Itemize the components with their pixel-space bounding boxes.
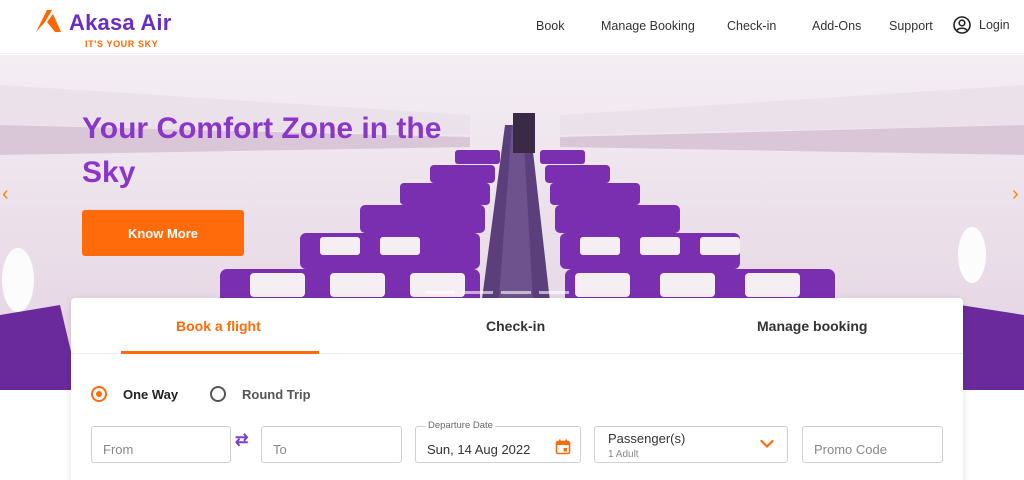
carousel-dot[interactable] (501, 291, 531, 294)
swap-icon[interactable]: ⇄ (235, 430, 248, 450)
chevron-down-icon (760, 439, 774, 449)
passengers-value: 1 Adult (608, 449, 639, 460)
round-trip-radio[interactable]: Round Trip (210, 386, 311, 402)
know-more-button[interactable]: Know More (82, 210, 244, 256)
login-label: Login (979, 18, 1010, 32)
booking-tabs: Book a flight Check-in Manage booking (71, 298, 963, 354)
from-field[interactable] (91, 426, 231, 463)
nav-item-check-in[interactable]: Check-in (727, 19, 776, 33)
nav-item-manage-booking[interactable]: Manage Booking (601, 19, 695, 33)
akasa-logo[interactable]: Akasa Air IT'S YOUR SKY (33, 8, 193, 50)
departure-date-value: Sun, 14 Aug 2022 (427, 442, 531, 457)
user-circle-icon (953, 16, 971, 34)
radio-selected-icon (91, 386, 107, 402)
tab-book-a-flight[interactable]: Book a flight (176, 318, 261, 334)
radio-unselected-icon (210, 386, 226, 402)
to-field[interactable] (261, 426, 402, 463)
round-trip-label: Round Trip (242, 386, 311, 402)
to-input[interactable] (262, 427, 401, 462)
one-way-radio[interactable]: One Way (91, 386, 178, 402)
passengers-dropdown[interactable]: Passenger(s) 1 Adult (594, 426, 788, 463)
carousel-dot[interactable] (539, 291, 569, 294)
departure-date-label: Departure Date (426, 420, 495, 431)
booking-widget: Book a flight Check-in Manage booking On… (71, 298, 963, 480)
carousel-indicators (425, 291, 569, 294)
calendar-icon[interactable] (555, 439, 571, 455)
carousel-prev-icon[interactable]: ‹ (2, 183, 9, 206)
promo-code-field[interactable] (802, 426, 943, 463)
nav-item-book[interactable]: Book (536, 19, 565, 33)
from-input[interactable] (92, 427, 230, 462)
akasa-logo-icon (36, 10, 61, 32)
nav-item-support[interactable]: Support (889, 19, 933, 33)
site-header: Akasa Air IT'S YOUR SKY Book Manage Book… (0, 0, 1024, 54)
login-button[interactable]: Login (953, 16, 1010, 34)
carousel-dot[interactable] (463, 291, 493, 294)
promo-code-input[interactable] (803, 427, 942, 462)
active-tab-indicator (121, 351, 319, 354)
one-way-label: One Way (123, 386, 179, 402)
carousel-dot[interactable] (425, 291, 455, 294)
brand-name: Akasa Air (69, 10, 172, 35)
departure-date-field[interactable]: Departure Date Sun, 14 Aug 2022 (415, 420, 581, 463)
hero-title: Your Comfort Zone in the Sky (82, 112, 442, 189)
brand-tagline: IT'S YOUR SKY (85, 39, 159, 49)
passengers-label: Passenger(s) (608, 431, 686, 446)
nav-item-add-ons[interactable]: Add-Ons (812, 19, 861, 33)
tab-manage-booking[interactable]: Manage booking (757, 318, 867, 334)
carousel-next-icon[interactable]: › (1012, 183, 1019, 206)
tab-check-in[interactable]: Check-in (486, 318, 545, 334)
